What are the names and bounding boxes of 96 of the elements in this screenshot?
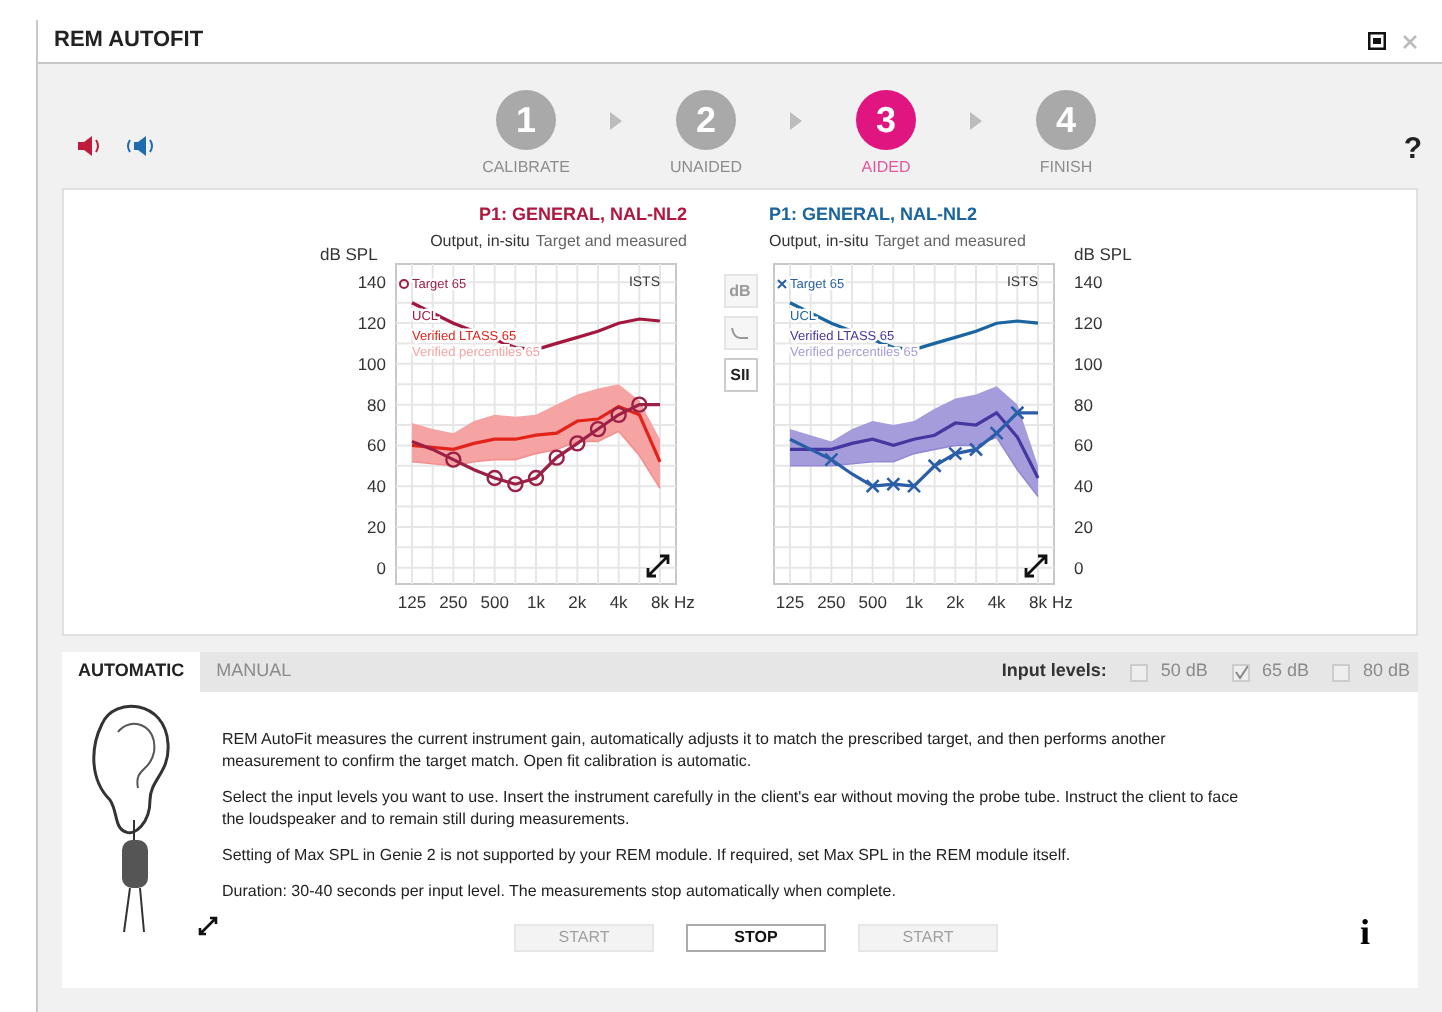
chart-title: P1: GENERAL, NAL-NL2 — [769, 202, 978, 228]
instruction-text: Duration: 30-40 seconds per input level. The measurements stop automatically when complete. — [222, 880, 898, 902]
tick-label: 20 — [1073, 515, 1092, 536]
cross-marker-icon — [776, 278, 786, 288]
speaker-icon[interactable] — [78, 136, 102, 156]
step-button[interactable]: 3 — [856, 90, 916, 150]
tick-label: 0 — [1073, 556, 1083, 577]
instruction-text: Select the input levels you want to use. Insert the instrument carefully in the client's ear without moving the probe tube. Instruct the client to face the loudspeaker and to remain still during measurements. — [222, 786, 1241, 830]
point — [864, 477, 879, 493]
point — [947, 445, 962, 460]
tick-label: 60 — [366, 434, 385, 455]
tick-label: 140 — [1073, 271, 1102, 292]
tick-label: 120 — [1073, 312, 1102, 333]
tick-label: 500 — [857, 591, 886, 611]
tick-label: 125 — [396, 591, 426, 611]
view-button[interactable]: SII — [723, 358, 757, 392]
point — [485, 468, 502, 486]
tick-label: 250 — [816, 591, 845, 611]
tick-label: 4k — [986, 591, 1005, 611]
point — [926, 457, 941, 473]
tick-label: 4k — [608, 591, 627, 611]
arrow-icon — [970, 112, 982, 130]
instruction-text: REM AutoFit measures the current instrument gain, automatically adjusts it to match the prescribed target, and then performs another measurement to confirm the target match. Open fit calibration is automatic. — [222, 728, 1168, 772]
tick-label: 140 — [356, 271, 385, 292]
help-icon[interactable]: ? — [1403, 127, 1422, 172]
point — [823, 451, 838, 466]
tick-label: 8k — [650, 591, 668, 611]
arrow-icon — [790, 112, 802, 130]
point — [588, 419, 606, 437]
checkbox[interactable] — [1332, 663, 1351, 681]
point — [905, 477, 921, 493]
step-label: AIDED — [861, 156, 911, 180]
point — [988, 424, 1003, 440]
restore-icon[interactable] — [1368, 32, 1386, 50]
tick-label: 40 — [1073, 475, 1092, 496]
point — [967, 441, 983, 456]
input-levels-label: Input levels: — [1001, 658, 1107, 685]
circle-marker-icon — [398, 278, 408, 288]
curve-icon — [730, 326, 750, 340]
step-label: UNAIDED — [669, 156, 742, 180]
expand-icon[interactable] — [198, 916, 218, 936]
tick-label: 125 — [774, 591, 804, 611]
tick-label: 80 — [1073, 393, 1092, 414]
chart-title: P1: GENERAL, NAL-NL2 — [478, 202, 687, 228]
instruction-text: Setting of Max SPL in Genie 2 is not supported by your REM module. If required, set Max SPL in the REM module itself. — [222, 844, 1073, 866]
point — [1009, 404, 1024, 420]
tick-label: 500 — [479, 591, 508, 611]
expand-icon[interactable] — [1023, 553, 1047, 577]
tick-label: 1k — [526, 591, 544, 611]
axis-label: Hz — [673, 591, 694, 611]
point — [609, 405, 626, 423]
point — [630, 395, 647, 412]
point — [444, 450, 461, 467]
tick-label: 20 — [366, 515, 385, 536]
tick-label: 2k — [567, 591, 586, 611]
tick-label: 2k — [945, 591, 964, 611]
expand-icon[interactable] — [645, 553, 669, 577]
tick-label: 100 — [356, 352, 385, 373]
window-title: REM AUTOFIT — [54, 26, 206, 57]
axis-label: dB SPL — [1073, 245, 1131, 263]
step-button[interactable]: 2 — [676, 90, 736, 150]
checkbox-label: 65 dB — [1261, 658, 1309, 685]
checkbox-label: 50 dB — [1160, 658, 1208, 685]
tick-label: 120 — [356, 312, 385, 333]
point — [568, 434, 585, 451]
tick-label: 40 — [366, 475, 385, 496]
tick-label: 80 — [366, 393, 385, 414]
arrow-icon — [610, 112, 622, 130]
tab[interactable]: AUTOMATIC — [62, 652, 201, 692]
tab[interactable]: MANUAL — [200, 652, 308, 692]
chart-subtitle-note: Target and measured — [874, 229, 1026, 253]
step-label: FINISH — [1039, 156, 1093, 180]
checkbox[interactable] — [1130, 663, 1149, 681]
step-label: CALIBRATE — [482, 156, 570, 180]
tick-label: 8k — [1028, 591, 1046, 611]
point — [547, 448, 564, 465]
info-icon[interactable]: i — [1359, 906, 1370, 960]
step-button[interactable]: 4 — [1036, 90, 1096, 150]
tick-label: 250 — [438, 591, 467, 611]
point — [506, 474, 523, 492]
tick-label: 1k — [904, 591, 922, 611]
chart-subtitle: Output, in-situ — [430, 229, 530, 253]
chart-subtitle-note: Target and measured — [535, 229, 687, 253]
speaker-icon[interactable] — [126, 136, 154, 156]
step-button[interactable]: 1 — [496, 90, 556, 150]
axis-label: dB SPL — [319, 245, 377, 263]
axis-label: Hz — [1051, 591, 1072, 611]
checkbox-label: 80 dB — [1362, 658, 1410, 685]
tick-label: 100 — [1073, 352, 1102, 373]
tick-label: 60 — [1073, 434, 1092, 455]
point — [526, 468, 544, 486]
checkbox[interactable] — [1231, 663, 1250, 681]
tick-label: 0 — [375, 556, 385, 577]
stop-button[interactable]: STOP — [686, 924, 826, 952]
chart-subtitle: Output, in-situ — [769, 229, 869, 253]
point — [885, 475, 900, 491]
